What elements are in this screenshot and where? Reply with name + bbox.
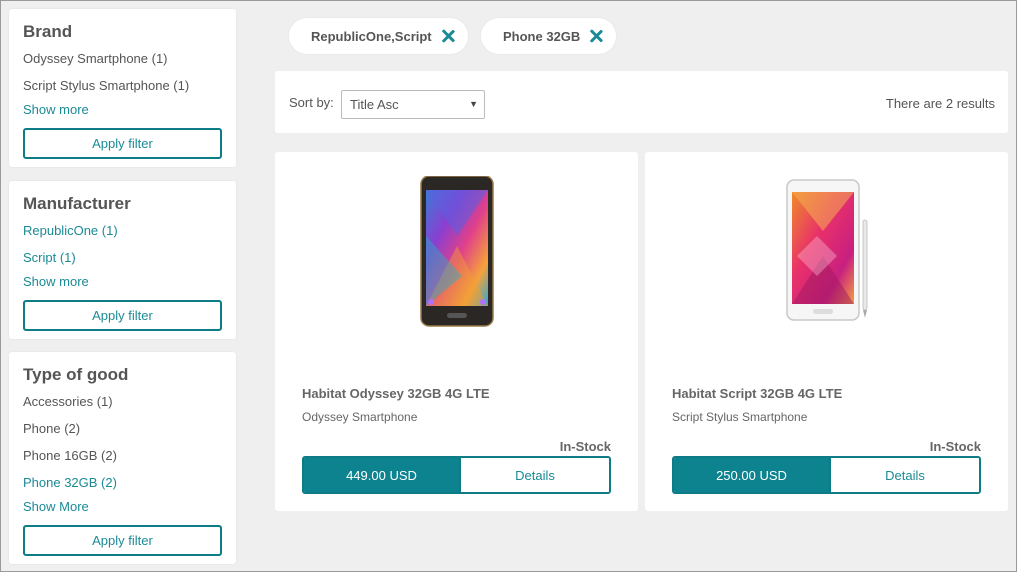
- filter-item-phone-32gb[interactable]: Phone 32GB (2): [23, 469, 222, 496]
- close-icon[interactable]: [588, 28, 604, 44]
- apply-filter-button[interactable]: Apply filter: [23, 128, 222, 159]
- white-stylus-smartphone-image[interactable]: [645, 176, 1008, 328]
- chip-label: RepublicOne,Script: [311, 28, 432, 44]
- chevron-down-icon: ▼: [469, 99, 478, 109]
- product-brand: Odyssey Smartphone: [302, 410, 418, 424]
- apply-filter-button[interactable]: Apply filter: [23, 525, 222, 556]
- stock-status: In-Stock: [929, 439, 981, 454]
- stock-status: In-Stock: [559, 439, 611, 454]
- price-button[interactable]: 250.00 USD: [674, 458, 829, 492]
- filter-title-type-of-good: Type of good: [23, 365, 129, 384]
- filter-item-phone[interactable]: Phone (2): [23, 415, 222, 442]
- results-count: There are 2 results: [885, 96, 995, 111]
- filter-item-republicone[interactable]: RepublicOne (1): [23, 217, 222, 244]
- show-more-link[interactable]: Show More: [23, 496, 222, 518]
- filter-panel-brand: Brand Odyssey Smartphone (1) Script Styl…: [9, 9, 236, 167]
- filter-item-odyssey[interactable]: Odyssey Smartphone (1): [23, 45, 222, 72]
- product-card: Habitat Odyssey 32GB 4G LTE Odyssey Smar…: [275, 152, 638, 511]
- price-button[interactable]: 449.00 USD: [304, 458, 459, 492]
- filter-item-script[interactable]: Script (1): [23, 244, 222, 271]
- details-button[interactable]: Details: [459, 458, 609, 492]
- show-more-link[interactable]: Show more: [23, 99, 222, 121]
- product-actions: 250.00 USD Details: [672, 456, 981, 494]
- product-card: Habitat Script 32GB 4G LTE Script Stylus…: [645, 152, 1008, 511]
- product-brand: Script Stylus Smartphone: [672, 410, 808, 424]
- filter-panel-manufacturer: Manufacturer RepublicOne (1) Script (1) …: [9, 181, 236, 339]
- sort-label: Sort by:: [289, 95, 334, 110]
- close-icon[interactable]: [440, 28, 456, 44]
- sort-selected-value: Title Asc: [350, 97, 399, 112]
- active-filter-chip-manufacturer: RepublicOne,Script: [289, 18, 468, 54]
- active-filter-chip-type: Phone 32GB: [481, 18, 617, 54]
- filter-title-brand: Brand: [23, 22, 73, 41]
- details-button[interactable]: Details: [829, 458, 979, 492]
- sort-bar: Sort by: Title Asc ▼ There are 2 results: [275, 71, 1008, 133]
- product-title[interactable]: Habitat Script 32GB 4G LTE: [672, 386, 842, 401]
- filter-title-manufacturer: Manufacturer: [23, 194, 131, 213]
- filter-item-accessories[interactable]: Accessories (1): [23, 388, 222, 415]
- filter-item-phone-16gb[interactable]: Phone 16GB (2): [23, 442, 222, 469]
- filter-item-script-stylus[interactable]: Script Stylus Smartphone (1): [23, 72, 222, 99]
- filter-panel-type-of-good: Type of good Accessories (1) Phone (2) P…: [9, 352, 236, 564]
- product-actions: 449.00 USD Details: [302, 456, 611, 494]
- black-smartphone-image[interactable]: [275, 176, 638, 328]
- product-title[interactable]: Habitat Odyssey 32GB 4G LTE: [302, 386, 490, 401]
- show-more-link[interactable]: Show more: [23, 271, 222, 293]
- chip-label: Phone 32GB: [503, 28, 581, 44]
- sort-select[interactable]: Title Asc ▼: [341, 90, 485, 119]
- apply-filter-button[interactable]: Apply filter: [23, 300, 222, 331]
